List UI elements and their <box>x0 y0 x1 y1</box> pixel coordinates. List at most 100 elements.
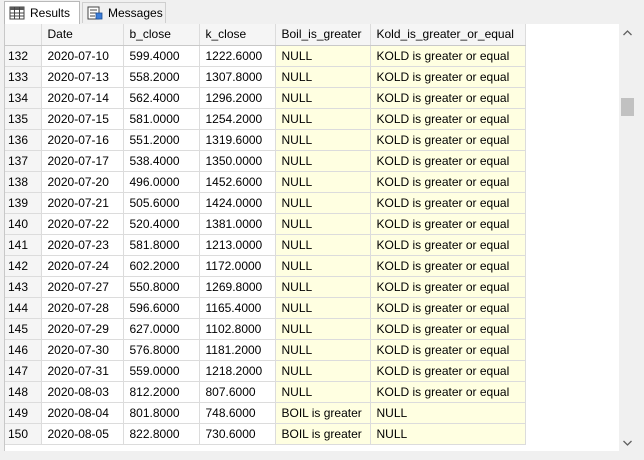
k-close-cell[interactable]: 1350.0000 <box>199 150 276 172</box>
chevron-down-icon[interactable] <box>619 434 636 451</box>
boil-is-greater-cell[interactable]: NULL <box>275 381 371 403</box>
k-close-cell[interactable]: 1181.2000 <box>199 339 276 361</box>
row-number-cell[interactable]: 142 <box>5 255 42 277</box>
boil-is-greater-cell[interactable]: NULL <box>275 171 371 193</box>
boil-is-greater-cell[interactable]: BOIL is greater <box>275 423 371 445</box>
b-close-cell[interactable]: 822.8000 <box>123 423 200 445</box>
b-close-cell[interactable]: 581.8000 <box>123 234 200 256</box>
kold-is-greater-or-equal-cell[interactable]: KOLD is greater or equal <box>370 276 526 298</box>
date-cell[interactable]: 2020-07-28 <box>41 297 124 319</box>
b-close-cell[interactable]: 801.8000 <box>123 402 200 424</box>
k-close-cell[interactable]: 1381.0000 <box>199 213 276 235</box>
boil-is-greater-cell[interactable]: NULL <box>275 192 371 214</box>
b-close-cell[interactable]: 520.4000 <box>123 213 200 235</box>
row-number-cell[interactable]: 143 <box>5 276 42 298</box>
k-close-cell[interactable]: 1307.8000 <box>199 66 276 88</box>
row-number-cell[interactable]: 147 <box>5 360 42 382</box>
table-row[interactable]: 148 2020-08-03 812.2000 807.6000 NULL KOLD is… <box>5 381 526 403</box>
boil-is-greater-cell[interactable]: NULL <box>275 318 371 340</box>
boil-is-greater-cell[interactable]: NULL <box>275 87 371 109</box>
table-row[interactable]: 132 2020-07-10 599.4000 1222.6000 NULL KOLD i… <box>5 45 526 67</box>
table-row[interactable]: 142 2020-07-24 602.2000 1172.0000 NULL KOLD i… <box>5 255 526 277</box>
b-close-cell[interactable]: 576.8000 <box>123 339 200 361</box>
table-row[interactable]: 146 2020-07-30 576.8000 1181.2000 NULL KOLD i… <box>5 339 526 361</box>
date-cell[interactable]: 2020-07-22 <box>41 213 124 235</box>
date-cell[interactable]: 2020-07-15 <box>41 108 124 130</box>
kold-is-greater-or-equal-cell[interactable]: KOLD is greater or equal <box>370 150 526 172</box>
kold-is-greater-or-equal-cell[interactable]: KOLD is greater or equal <box>370 381 526 403</box>
tab-messages[interactable]: Messages <box>82 2 166 23</box>
kold-is-greater-or-equal-cell[interactable]: NULL <box>370 402 526 424</box>
chevron-up-icon[interactable] <box>619 24 636 41</box>
b-close-cell[interactable]: 551.2000 <box>123 129 200 151</box>
boil-is-greater-cell[interactable]: NULL <box>275 66 371 88</box>
k-close-cell[interactable]: 1254.2000 <box>199 108 276 130</box>
k-close-cell[interactable]: 1269.8000 <box>199 276 276 298</box>
boil-is-greater-cell[interactable]: BOIL is greater <box>275 402 371 424</box>
kold-is-greater-or-equal-cell[interactable]: KOLD is greater or equal <box>370 66 526 88</box>
boil-is-greater-cell[interactable]: NULL <box>275 129 371 151</box>
row-number-cell[interactable]: 146 <box>5 339 42 361</box>
k-close-cell[interactable]: 1213.0000 <box>199 234 276 256</box>
k-close-cell[interactable]: 1165.4000 <box>199 297 276 319</box>
b-close-cell[interactable]: 596.6000 <box>123 297 200 319</box>
table-row[interactable]: 134 2020-07-14 562.4000 1296.2000 NULL KOLD i… <box>5 87 526 109</box>
boil-is-greater-cell[interactable]: NULL <box>275 234 371 256</box>
date-cell[interactable]: 2020-07-27 <box>41 276 124 298</box>
kold-is-greater-or-equal-cell[interactable]: KOLD is greater or equal <box>370 213 526 235</box>
row-number-cell[interactable]: 134 <box>5 87 42 109</box>
row-number-cell[interactable]: 144 <box>5 297 42 319</box>
kold-is-greater-or-equal-cell[interactable]: KOLD is greater or equal <box>370 255 526 277</box>
k-close-cell[interactable]: 1296.2000 <box>199 87 276 109</box>
table-row[interactable]: 141 2020-07-23 581.8000 1213.0000 NULL KOLD i… <box>5 234 526 256</box>
b-close-cell[interactable]: 558.2000 <box>123 66 200 88</box>
k-close-cell[interactable]: 1452.6000 <box>199 171 276 193</box>
date-cell[interactable]: 2020-08-05 <box>41 423 124 445</box>
b-close-cell[interactable]: 496.0000 <box>123 171 200 193</box>
table-row[interactable]: 135 2020-07-15 581.0000 1254.2000 NULL KOLD i… <box>5 108 526 130</box>
kold-is-greater-or-equal-cell[interactable]: KOLD is greater or equal <box>370 171 526 193</box>
b-close-cell[interactable]: 581.0000 <box>123 108 200 130</box>
boil-is-greater-cell[interactable]: NULL <box>275 108 371 130</box>
date-cell[interactable]: 2020-07-20 <box>41 171 124 193</box>
table-row[interactable]: 136 2020-07-16 551.2000 1319.6000 NULL KOLD i… <box>5 129 526 151</box>
table-row[interactable]: 149 2020-08-04 801.8000 748.6000 BOIL is gre… <box>5 402 526 424</box>
row-number-cell[interactable]: 136 <box>5 129 42 151</box>
table-row[interactable]: 140 2020-07-22 520.4000 1381.0000 NULL KOLD i… <box>5 213 526 235</box>
k-close-cell[interactable]: 730.6000 <box>199 423 276 445</box>
boil-is-greater-cell[interactable]: NULL <box>275 339 371 361</box>
date-cell[interactable]: 2020-07-23 <box>41 234 124 256</box>
table-row[interactable]: 144 2020-07-28 596.6000 1165.4000 NULL KOLD i… <box>5 297 526 319</box>
date-cell[interactable]: 2020-07-13 <box>41 66 124 88</box>
kold-is-greater-or-equal-cell[interactable]: KOLD is greater or equal <box>370 318 526 340</box>
table-row[interactable]: 145 2020-07-29 627.0000 1102.8000 NULL KOLD i… <box>5 318 526 340</box>
k-close-cell[interactable]: 1222.6000 <box>199 45 276 67</box>
boil-is-greater-cell[interactable]: NULL <box>275 213 371 235</box>
k-close-cell[interactable]: 807.6000 <box>199 381 276 403</box>
row-number-cell[interactable]: 141 <box>5 234 42 256</box>
kold-is-greater-or-equal-cell[interactable]: KOLD is greater or equal <box>370 234 526 256</box>
boil-is-greater-cell[interactable]: NULL <box>275 255 371 277</box>
boil-is-greater-cell[interactable]: NULL <box>275 150 371 172</box>
b-close-cell[interactable]: 599.4000 <box>123 45 200 67</box>
table-row[interactable]: 139 2020-07-21 505.6000 1424.0000 NULL KOLD i… <box>5 192 526 214</box>
date-cell[interactable]: 2020-07-14 <box>41 87 124 109</box>
boil-is-greater-cell[interactable]: NULL <box>275 45 371 67</box>
vertical-scrollbar[interactable] <box>619 24 636 451</box>
k-close-cell[interactable]: 1424.0000 <box>199 192 276 214</box>
kold-is-greater-or-equal-cell[interactable]: KOLD is greater or equal <box>370 45 526 67</box>
kold-is-greater-or-equal-cell[interactable]: KOLD is greater or equal <box>370 297 526 319</box>
scrollbar-thumb[interactable] <box>621 98 634 116</box>
k-close-cell[interactable]: 748.6000 <box>199 402 276 424</box>
date-cell[interactable]: 2020-08-04 <box>41 402 124 424</box>
date-cell[interactable]: 2020-08-03 <box>41 381 124 403</box>
boil-is-greater-cell[interactable]: NULL <box>275 276 371 298</box>
table-row[interactable]: 138 2020-07-20 496.0000 1452.6000 NULL KOLD i… <box>5 171 526 193</box>
b-close-cell[interactable]: 602.2000 <box>123 255 200 277</box>
row-number-cell[interactable]: 149 <box>5 402 42 424</box>
column-header-kold-is-greater-or-equal[interactable]: Kold_is_greater_or_equal <box>370 24 526 46</box>
kold-is-greater-or-equal-cell[interactable]: KOLD is greater or equal <box>370 87 526 109</box>
table-row[interactable]: 150 2020-08-05 822.8000 730.6000 BOIL is gre… <box>5 423 526 445</box>
row-number-cell[interactable]: 138 <box>5 171 42 193</box>
k-close-cell[interactable]: 1319.6000 <box>199 129 276 151</box>
